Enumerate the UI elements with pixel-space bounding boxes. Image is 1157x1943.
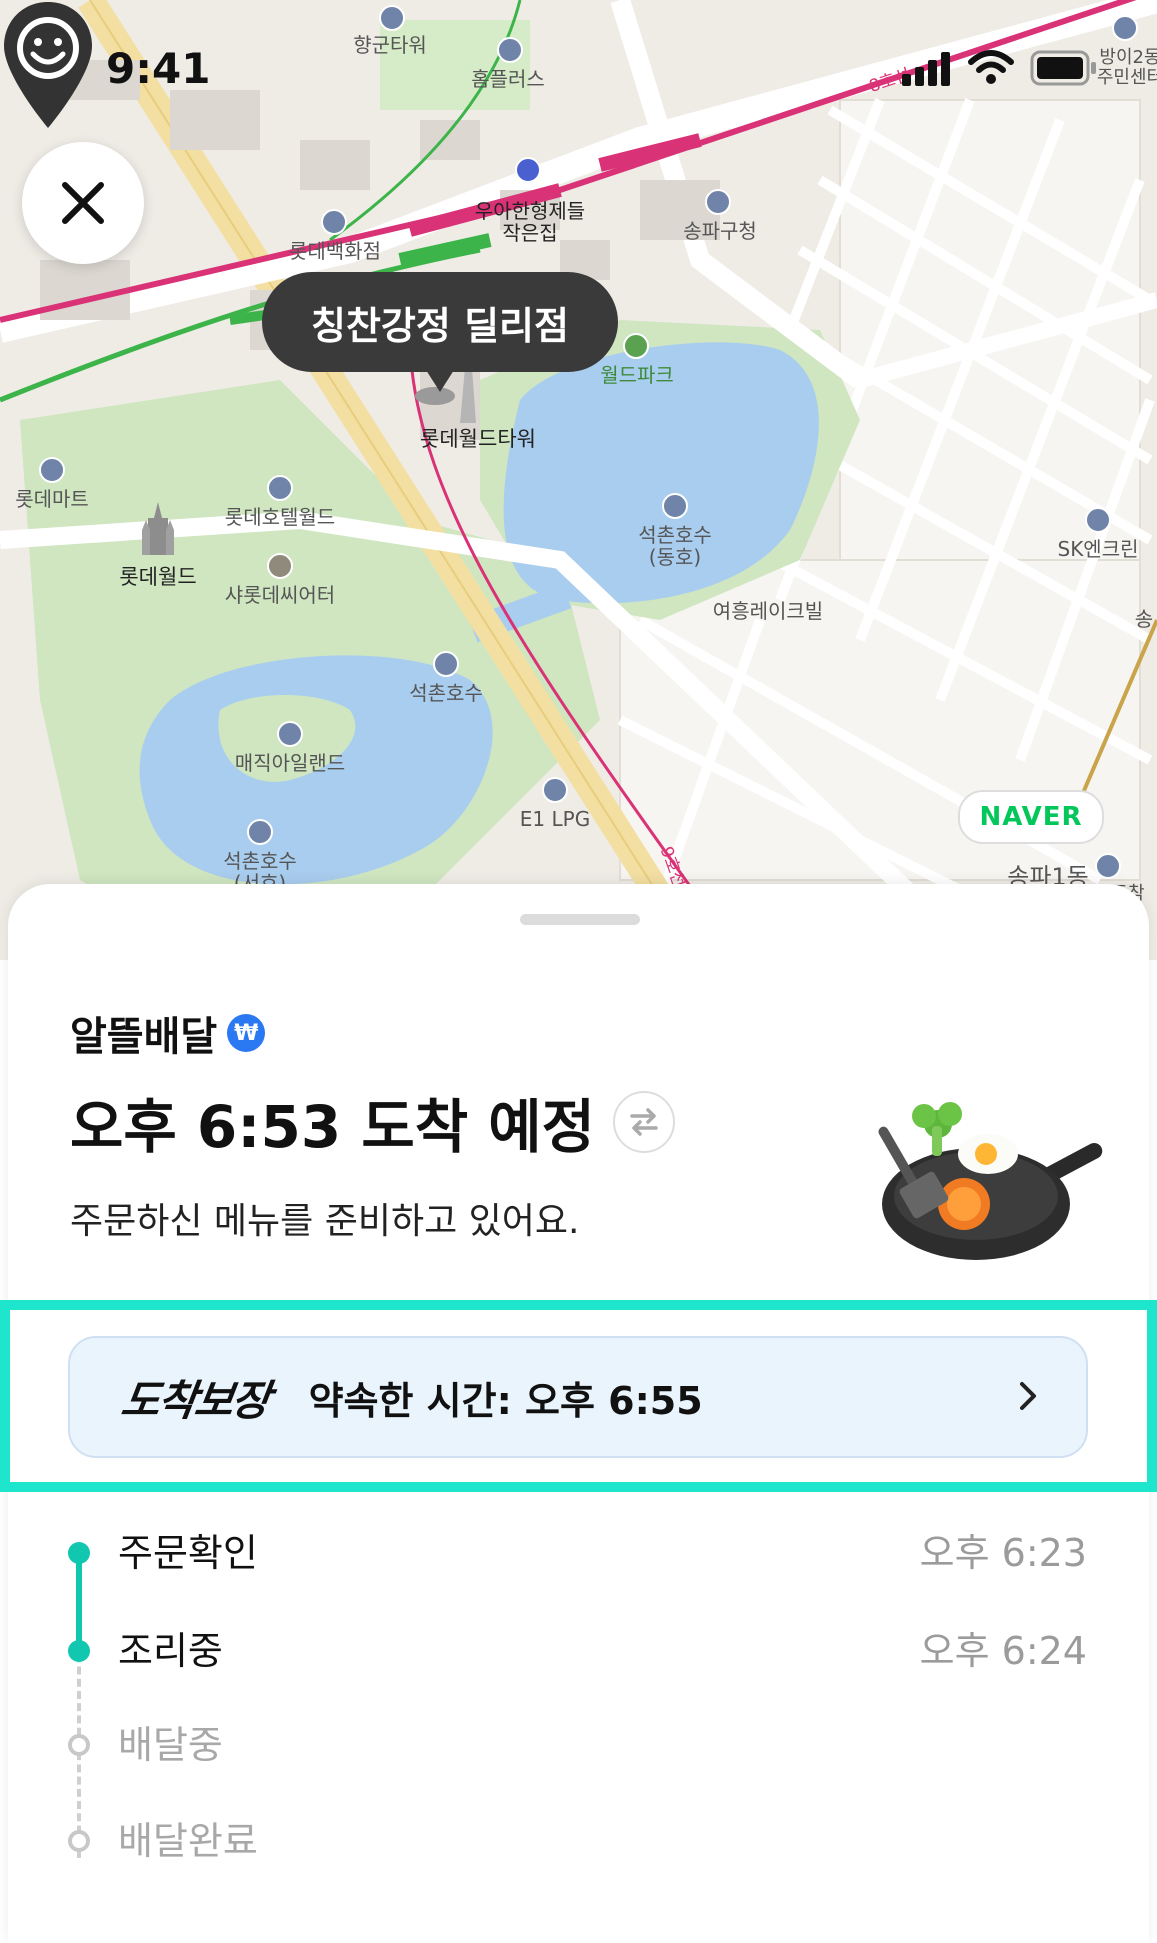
swap-arrows-button[interactable]: [613, 1091, 676, 1153]
tower-icon: [415, 368, 476, 423]
step-label: 조리중: [118, 1629, 223, 1673]
eta: 오후 6:53 도착 예정: [70, 1080, 676, 1164]
map-label-lotte-dept[interactable]: 롯데백화점: [289, 240, 381, 262]
sheet-handle[interactable]: [520, 914, 640, 925]
arrival-guarantee-logo: 도착보장: [118, 1375, 272, 1425]
step-dot: [68, 1640, 90, 1662]
map-label-magic-island[interactable]: 매직아일랜드: [235, 752, 345, 774]
step-label: 배달중: [118, 1723, 223, 1767]
map-view[interactable]: 향군타워 홈플러스 방이2동 주민센터 우아한형제들 작은집 송파구청 롯데백화…: [0, 0, 1157, 960]
map-label-lake[interactable]: 석촌호수: [409, 682, 483, 704]
naver-map-logo: NAVER: [958, 790, 1104, 844]
step-delivering: 배달중: [0, 1714, 1157, 1774]
step-dot: [68, 1830, 90, 1852]
castle-icon: [142, 502, 174, 555]
poi-icon[interactable]: [515, 157, 541, 183]
map-label-lotte-tower[interactable]: 롯데월드타워: [420, 427, 536, 451]
status-time: 9:41: [106, 44, 211, 93]
map-label-e1[interactable]: E1 LPG: [520, 808, 590, 830]
delivery-type-label: 알뜰배달: [70, 1014, 218, 1060]
poi-icon[interactable]: [542, 777, 568, 803]
eta-text: 오후 6:53 도착 예정: [70, 1093, 596, 1161]
poi-icon[interactable]: [1095, 853, 1121, 879]
poi-icon[interactable]: [247, 819, 273, 845]
signal-icon: [902, 52, 950, 86]
map-label-charlotte[interactable]: 샤롯데씨어터: [225, 584, 335, 606]
step-cooking: 조리중 오후 6:24: [0, 1620, 1157, 1680]
step-label: 주문확인: [118, 1531, 258, 1575]
poi-icon[interactable]: [267, 475, 293, 501]
poi-icon[interactable]: [277, 721, 303, 747]
tree-icon[interactable]: [623, 333, 649, 359]
map-label-song-edge: 송: [1134, 607, 1154, 631]
store-marker[interactable]: 칭찬강정 딜리점: [262, 272, 618, 392]
step-time: 오후 6:23: [919, 1531, 1087, 1575]
poi-icon[interactable]: [267, 553, 293, 579]
status-message: 주문하신 메뉴를 준비하고 있어요.: [70, 1201, 580, 1242]
map-label-yeoheung[interactable]: 여흥레이크빌: [713, 600, 823, 622]
map-label-lotte-world[interactable]: 롯데월드: [119, 565, 196, 589]
map-label-lotte-mart[interactable]: 롯데마트: [15, 488, 89, 510]
close-button[interactable]: [22, 142, 144, 264]
poi-icon[interactable]: [1085, 507, 1111, 533]
step-dot: [68, 1734, 90, 1756]
promised-time: 약속한 시간: 오후 6:55: [308, 1378, 703, 1423]
poi-icon[interactable]: [705, 189, 731, 215]
map-label-sk[interactable]: SK엔크린: [1057, 538, 1138, 560]
close-icon: [62, 182, 104, 224]
chevron-right-icon: [1020, 1382, 1036, 1410]
swap-arrows-icon: [630, 1108, 658, 1136]
arrival-guarantee-banner[interactable]: 도착보장 약속한 시간: 오후 6:55: [68, 1336, 1088, 1458]
poi-icon[interactable]: [433, 651, 459, 677]
map-label-world-park[interactable]: 월드파크: [600, 364, 674, 386]
won-badge-icon: ₩: [227, 1014, 266, 1052]
frying-pan-icon: [878, 1102, 1103, 1260]
delivery-type: 알뜰배달 ₩: [70, 1004, 266, 1062]
map-label-lotte-hotel[interactable]: 롯데호텔월드: [225, 506, 335, 528]
status-bar: 9:41: [0, 0, 1157, 130]
poi-icon[interactable]: [39, 457, 65, 483]
step-dot: [68, 1542, 90, 1564]
step-label: 배달완료: [118, 1819, 258, 1863]
poi-icon[interactable]: [662, 493, 688, 519]
step-delivered: 배달완료: [0, 1810, 1157, 1870]
step-time: 오후 6:24: [919, 1629, 1087, 1673]
map-label-woowa[interactable]: 우아한형제들 작은집: [475, 200, 585, 244]
map-label-lake-east[interactable]: 석촌호수 (동호): [638, 524, 712, 568]
wifi-icon: [968, 50, 1014, 84]
step-order-confirmed: 주문확인 오후 6:23: [0, 1522, 1157, 1582]
map-label-songpa-office[interactable]: 송파구청: [683, 220, 757, 242]
battery-icon: [1030, 50, 1096, 86]
order-progress: 주문확인 오후 6:23 조리중 오후 6:24 배달중 배달완료: [0, 1500, 1157, 1900]
poi-icon[interactable]: [321, 209, 347, 235]
